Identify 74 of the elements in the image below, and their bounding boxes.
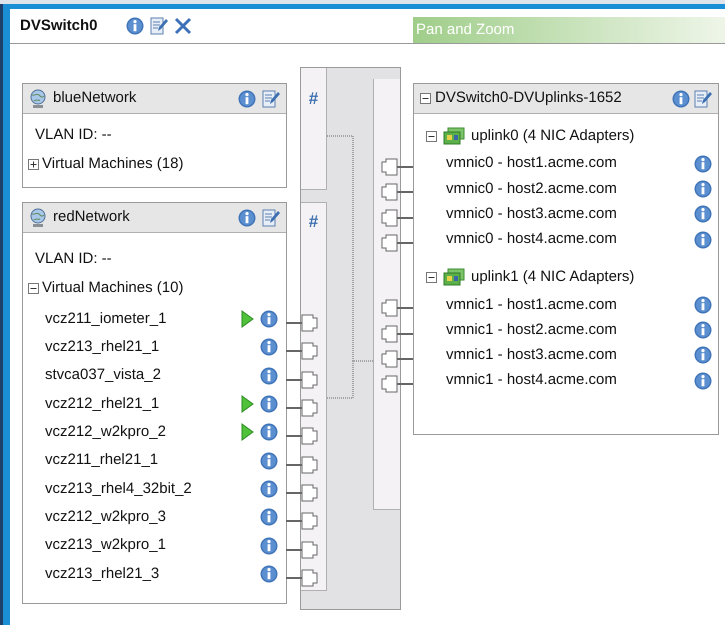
info-icon[interactable] [126, 16, 144, 35]
info-icon[interactable] [260, 310, 278, 328]
info-icon[interactable] [694, 180, 712, 198]
network-card-icon [443, 127, 465, 145]
info-icon[interactable] [694, 321, 712, 340]
info-icon[interactable] [238, 90, 256, 108]
collapse-icon[interactable] [426, 130, 437, 142]
uplinks-title: DVSwitch0-DVUplinks-1652 [435, 88, 623, 108]
info-icon[interactable] [260, 423, 278, 442]
vm-name[interactable]: vcz213_rhel21_1 [45, 336, 235, 359]
vlan-label: VLAN ID: -- [35, 249, 112, 270]
close-icon[interactable] [174, 16, 192, 35]
vm-name[interactable]: vcz212_w2kpro_3 [45, 506, 235, 528]
nic-name[interactable]: vmnic1 - host3.acme.com [446, 344, 694, 367]
collapse-icon[interactable] [28, 283, 39, 294]
collapse-icon[interactable] [426, 272, 437, 283]
uplink-name[interactable]: uplink0 (4 NIC Adapters) [471, 124, 634, 148]
nic-name[interactable]: vmnic1 - host1.acme.com [446, 294, 694, 316]
info-icon[interactable] [694, 230, 712, 249]
port-icon [379, 299, 413, 318]
edit-icon[interactable] [150, 16, 168, 36]
port-icon [379, 375, 413, 394]
vm-name[interactable]: vcz213_rhel4_32bit_2 [45, 478, 235, 500]
port-icon [379, 234, 413, 252]
port-group-symbol: # [308, 212, 318, 232]
info-icon[interactable] [672, 90, 690, 108]
vm-name[interactable]: stvca037_vista_2 [45, 364, 235, 387]
nic-name[interactable]: vmnic1 - host4.acme.com [446, 369, 694, 392]
globe-icon [29, 88, 47, 108]
vm-name[interactable]: vcz211_rhel21_1 [45, 449, 235, 472]
switch-title: DVSwitch0 [20, 16, 98, 36]
info-icon[interactable] [260, 480, 278, 498]
info-icon[interactable] [694, 205, 712, 224]
info-icon[interactable] [694, 346, 712, 364]
info-icon[interactable] [238, 208, 256, 226]
network-card-icon [443, 268, 465, 286]
nic-name[interactable]: vmnic1 - host2.acme.com [446, 318, 694, 342]
port-group-name: blueNetwork [53, 88, 138, 108]
virtual-machines-label[interactable]: Virtual Machines (18) [42, 153, 184, 176]
info-icon[interactable] [260, 338, 278, 356]
nic-name[interactable]: vmnic0 - host2.acme.com [446, 178, 694, 200]
uplink-name[interactable]: uplink1 (4 NIC Adapters) [471, 266, 634, 288]
nic-name[interactable]: vmnic0 - host3.acme.com [446, 202, 694, 226]
info-icon[interactable] [260, 452, 278, 470]
info-icon[interactable] [694, 372, 712, 390]
info-icon[interactable] [260, 395, 278, 414]
edit-icon[interactable] [694, 89, 712, 108]
info-icon[interactable] [260, 536, 278, 555]
info-icon[interactable] [260, 508, 278, 526]
info-icon[interactable] [694, 296, 712, 314]
vm-name[interactable]: vcz212_rhel21_1 [45, 392, 235, 416]
info-icon[interactable] [260, 366, 278, 385]
vm-name[interactable]: vcz211_iometer_1 [45, 308, 235, 330]
virtual-machines-label[interactable]: Virtual Machines (10) [42, 277, 184, 300]
collapse-icon[interactable] [420, 93, 431, 104]
port-icon [379, 158, 413, 176]
port-icon [379, 350, 413, 368]
expand-icon[interactable] [28, 159, 39, 170]
port-group-name: redNetwork [53, 207, 131, 228]
port-icon [379, 183, 413, 202]
globe-icon [29, 208, 47, 228]
info-icon[interactable] [694, 154, 712, 173]
vm-name[interactable]: vcz213_w2kpro_1 [45, 534, 235, 557]
port-group-symbol: # [308, 89, 318, 109]
nic-name[interactable]: vmnic0 - host4.acme.com [446, 228, 694, 251]
vm-name[interactable]: vcz212_w2kpro_2 [45, 421, 235, 444]
edit-icon[interactable] [262, 208, 280, 227]
vlan-label: VLAN ID: -- [35, 125, 112, 146]
vm-name[interactable]: vcz213_rhel21_3 [45, 562, 235, 586]
nic-name[interactable]: vmnic0 - host1.acme.com [446, 152, 694, 175]
edit-icon[interactable] [262, 89, 280, 108]
info-icon[interactable] [260, 564, 278, 583]
port-icon [379, 208, 413, 227]
port-icon [379, 324, 413, 343]
